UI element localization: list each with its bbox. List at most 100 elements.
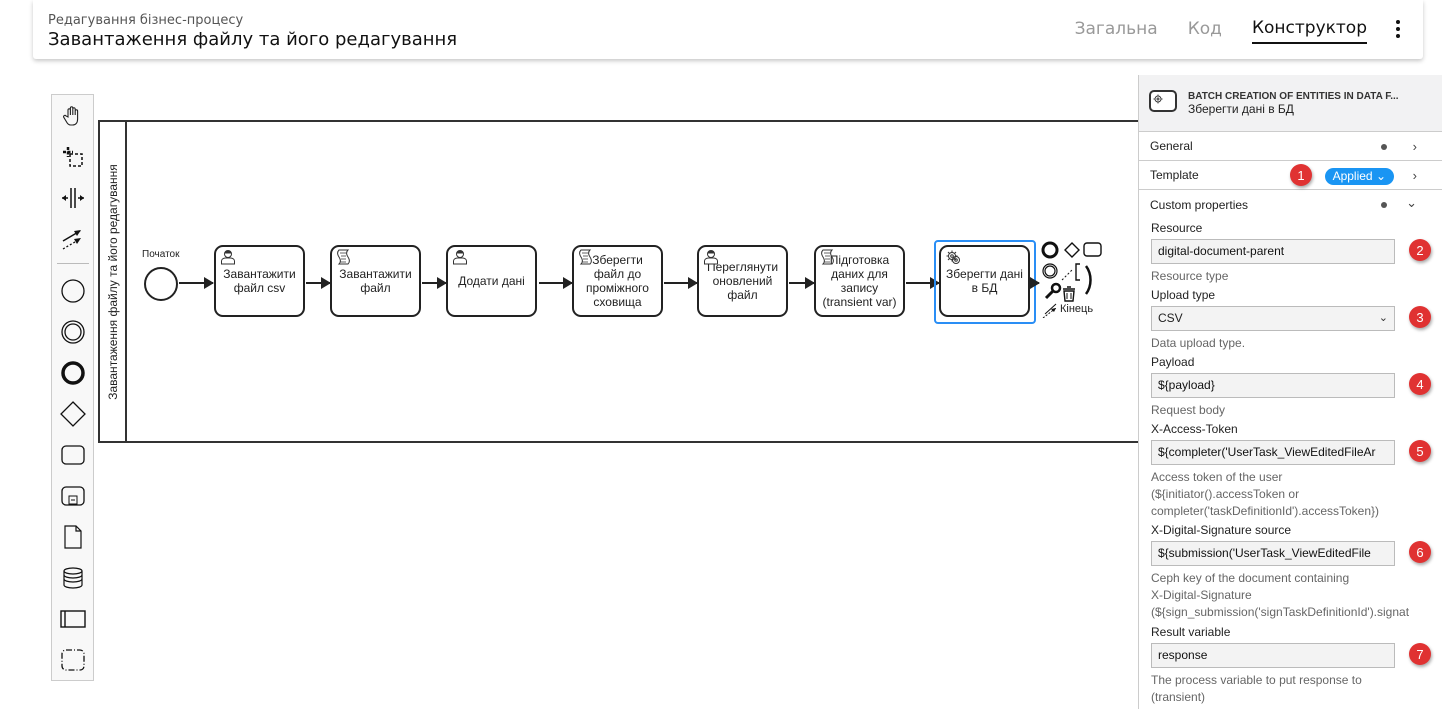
sequence-flow[interactable] (1030, 277, 1040, 289)
space-tool-icon[interactable] (57, 182, 89, 214)
annotation-badge-6: 6 (1409, 541, 1431, 563)
annotation-badge-3: 3 (1409, 306, 1431, 328)
connect-icon[interactable] (1042, 303, 1057, 319)
group-template[interactable]: Template 1 Applied ⌄ › (1139, 161, 1442, 190)
script-task-icon (336, 249, 350, 268)
template-applied-dropdown[interactable]: Applied ⌄ (1324, 168, 1394, 185)
field-label: X-Digital-Signature source (1151, 523, 1292, 537)
end-event-partial[interactable] (1084, 265, 1092, 295)
annotation-badge-5: 5 (1409, 440, 1431, 462)
group-icon[interactable] (57, 644, 89, 676)
global-connect-icon[interactable] (57, 223, 89, 255)
field-result-variable: Result variable response 7 The process v… (1151, 625, 1442, 706)
service-task-icon (1149, 90, 1177, 112)
field-resource: Resource digital-document-parent 2 Resou… (1151, 221, 1442, 285)
task-add-data[interactable]: Додати дані (446, 245, 537, 317)
end-event-label: Кінець (1060, 303, 1094, 315)
pool-label: Завантаження файлу та його редагування (106, 163, 120, 400)
end-event-icon[interactable] (57, 357, 89, 389)
tool-palette (51, 94, 94, 681)
field-description: The process variable to put response to … (1151, 672, 1442, 706)
annotation-badge-1: 1 (1290, 164, 1312, 186)
start-event[interactable] (144, 267, 178, 301)
field-x-digital-signature-source: X-Digital-Signature source ${submission(… (1151, 523, 1442, 621)
change-type-icon[interactable] (1044, 282, 1062, 300)
append-text-annotation-icon[interactable] (1061, 263, 1080, 281)
sequence-flow[interactable] (306, 277, 331, 289)
append-gateway-icon[interactable] (1064, 242, 1080, 258)
field-description: Access token of the user (${initiator().… (1151, 469, 1442, 520)
resource-input[interactable]: digital-document-parent (1151, 239, 1395, 264)
properties-panel: BATCH CREATION OF ENTITIES IN DATA F... … (1138, 75, 1442, 709)
sequence-flow[interactable] (789, 277, 815, 289)
chevron-down-icon: ⌄ (1378, 312, 1388, 324)
append-intermediate-event-icon[interactable] (1042, 263, 1058, 279)
sequence-flow[interactable] (539, 277, 573, 289)
script-task-icon (578, 249, 592, 268)
gateway-icon[interactable] (57, 398, 89, 430)
group-general[interactable]: General › (1139, 132, 1442, 161)
task-upload-csv[interactable]: Завантажити файл csv (214, 245, 305, 317)
task-save-data-to-db[interactable]: Зберегти дані в БД (939, 245, 1030, 317)
sequence-flow[interactable] (179, 277, 214, 289)
payload-input[interactable]: ${payload} (1151, 373, 1395, 398)
result-variable-input[interactable]: response (1151, 643, 1395, 668)
service-task-icon (945, 249, 963, 270)
tab-code[interactable]: Код (1188, 19, 1222, 43)
annotation-badge-2: 2 (1409, 239, 1431, 261)
field-label: Upload type (1151, 288, 1216, 302)
element-name: Зберегти дані в БД (1188, 102, 1294, 116)
data-object-icon[interactable] (57, 521, 89, 553)
task-label: Завантажити файл (339, 267, 412, 295)
task-view-updated-file[interactable]: Переглянути оновлений файл (697, 245, 788, 317)
field-x-access-token: X-Access-Token ${completer('UserTask_Vie… (1151, 422, 1442, 520)
start-event-icon[interactable] (57, 275, 89, 307)
field-label: Payload (1151, 355, 1195, 369)
field-upload-type: Upload type CSV ⌄ 3 Data upload type. (1151, 288, 1442, 352)
field-description: Data upload type. (1151, 336, 1246, 350)
has-values-indicator (1381, 144, 1387, 150)
task-prepare-data[interactable]: Підготовка даних для запису (transient v… (814, 245, 905, 317)
chevron-right-icon[interactable]: › (1413, 139, 1417, 154)
task-label: Завантажити файл csv (223, 267, 296, 295)
template-status: Applied (1332, 169, 1373, 183)
lasso-tool-icon[interactable] (57, 141, 89, 173)
field-payload: Payload ${payload} 4 Request body (1151, 355, 1442, 419)
x-digital-signature-input[interactable]: ${submission('UserTask_ViewEditedFile (1151, 541, 1395, 566)
diagram-canvas[interactable]: Завантаження файлу та його редагування П… (0, 0, 1140, 709)
delete-icon[interactable] (1063, 286, 1075, 302)
more-options-icon[interactable] (1395, 20, 1401, 42)
field-label: X-Access-Token (1151, 422, 1238, 436)
sequence-flow[interactable] (664, 277, 698, 289)
properties-header: BATCH CREATION OF ENTITIES IN DATA F... … (1139, 75, 1442, 132)
chevron-right-icon[interactable]: › (1413, 168, 1417, 183)
annotation-badge-4: 4 (1409, 373, 1431, 395)
chevron-down-icon[interactable]: ⌄ (1406, 195, 1417, 211)
task-icon[interactable] (57, 439, 89, 471)
field-description: Request body (1151, 403, 1226, 417)
append-task-icon[interactable] (1083, 242, 1102, 257)
append-end-event-icon[interactable] (1041, 241, 1059, 259)
field-description: Ceph key of the document containing X-Di… (1151, 570, 1442, 621)
data-store-icon[interactable] (57, 562, 89, 594)
group-custom-properties[interactable]: Custom properties ⌄ (1139, 190, 1442, 219)
upload-type-select[interactable]: CSV ⌄ (1151, 306, 1395, 331)
x-access-token-input[interactable]: ${completer('UserTask_ViewEditedFileAr (1151, 440, 1395, 465)
task-save-to-temp-storage[interactable]: Зберегти файл до проміжного сховища (572, 245, 663, 317)
task-upload-file[interactable]: Завантажити файл (330, 245, 421, 317)
start-event-label: Початок (142, 249, 180, 260)
pool-header[interactable]: Завантаження файлу та його редагування (100, 122, 127, 441)
description-line: completer('taskDefinitionId').accessToke… (1151, 504, 1380, 518)
description-line: (transient) (1151, 690, 1206, 704)
chevron-down-icon: ⌄ (1375, 169, 1386, 183)
pool-icon[interactable] (57, 603, 89, 635)
hand-tool-icon[interactable] (57, 100, 89, 132)
sequence-flow[interactable] (422, 277, 447, 289)
element-type: BATCH CREATION OF ENTITIES IN DATA F... (1188, 91, 1399, 102)
user-task-icon (703, 249, 719, 268)
tab-constructor[interactable]: Конструктор (1251, 18, 1367, 44)
description-line: Access token of the user (1151, 470, 1283, 484)
subprocess-icon[interactable] (57, 480, 89, 512)
intermediate-event-icon[interactable] (57, 316, 89, 348)
annotation-badge-7: 7 (1409, 643, 1431, 665)
